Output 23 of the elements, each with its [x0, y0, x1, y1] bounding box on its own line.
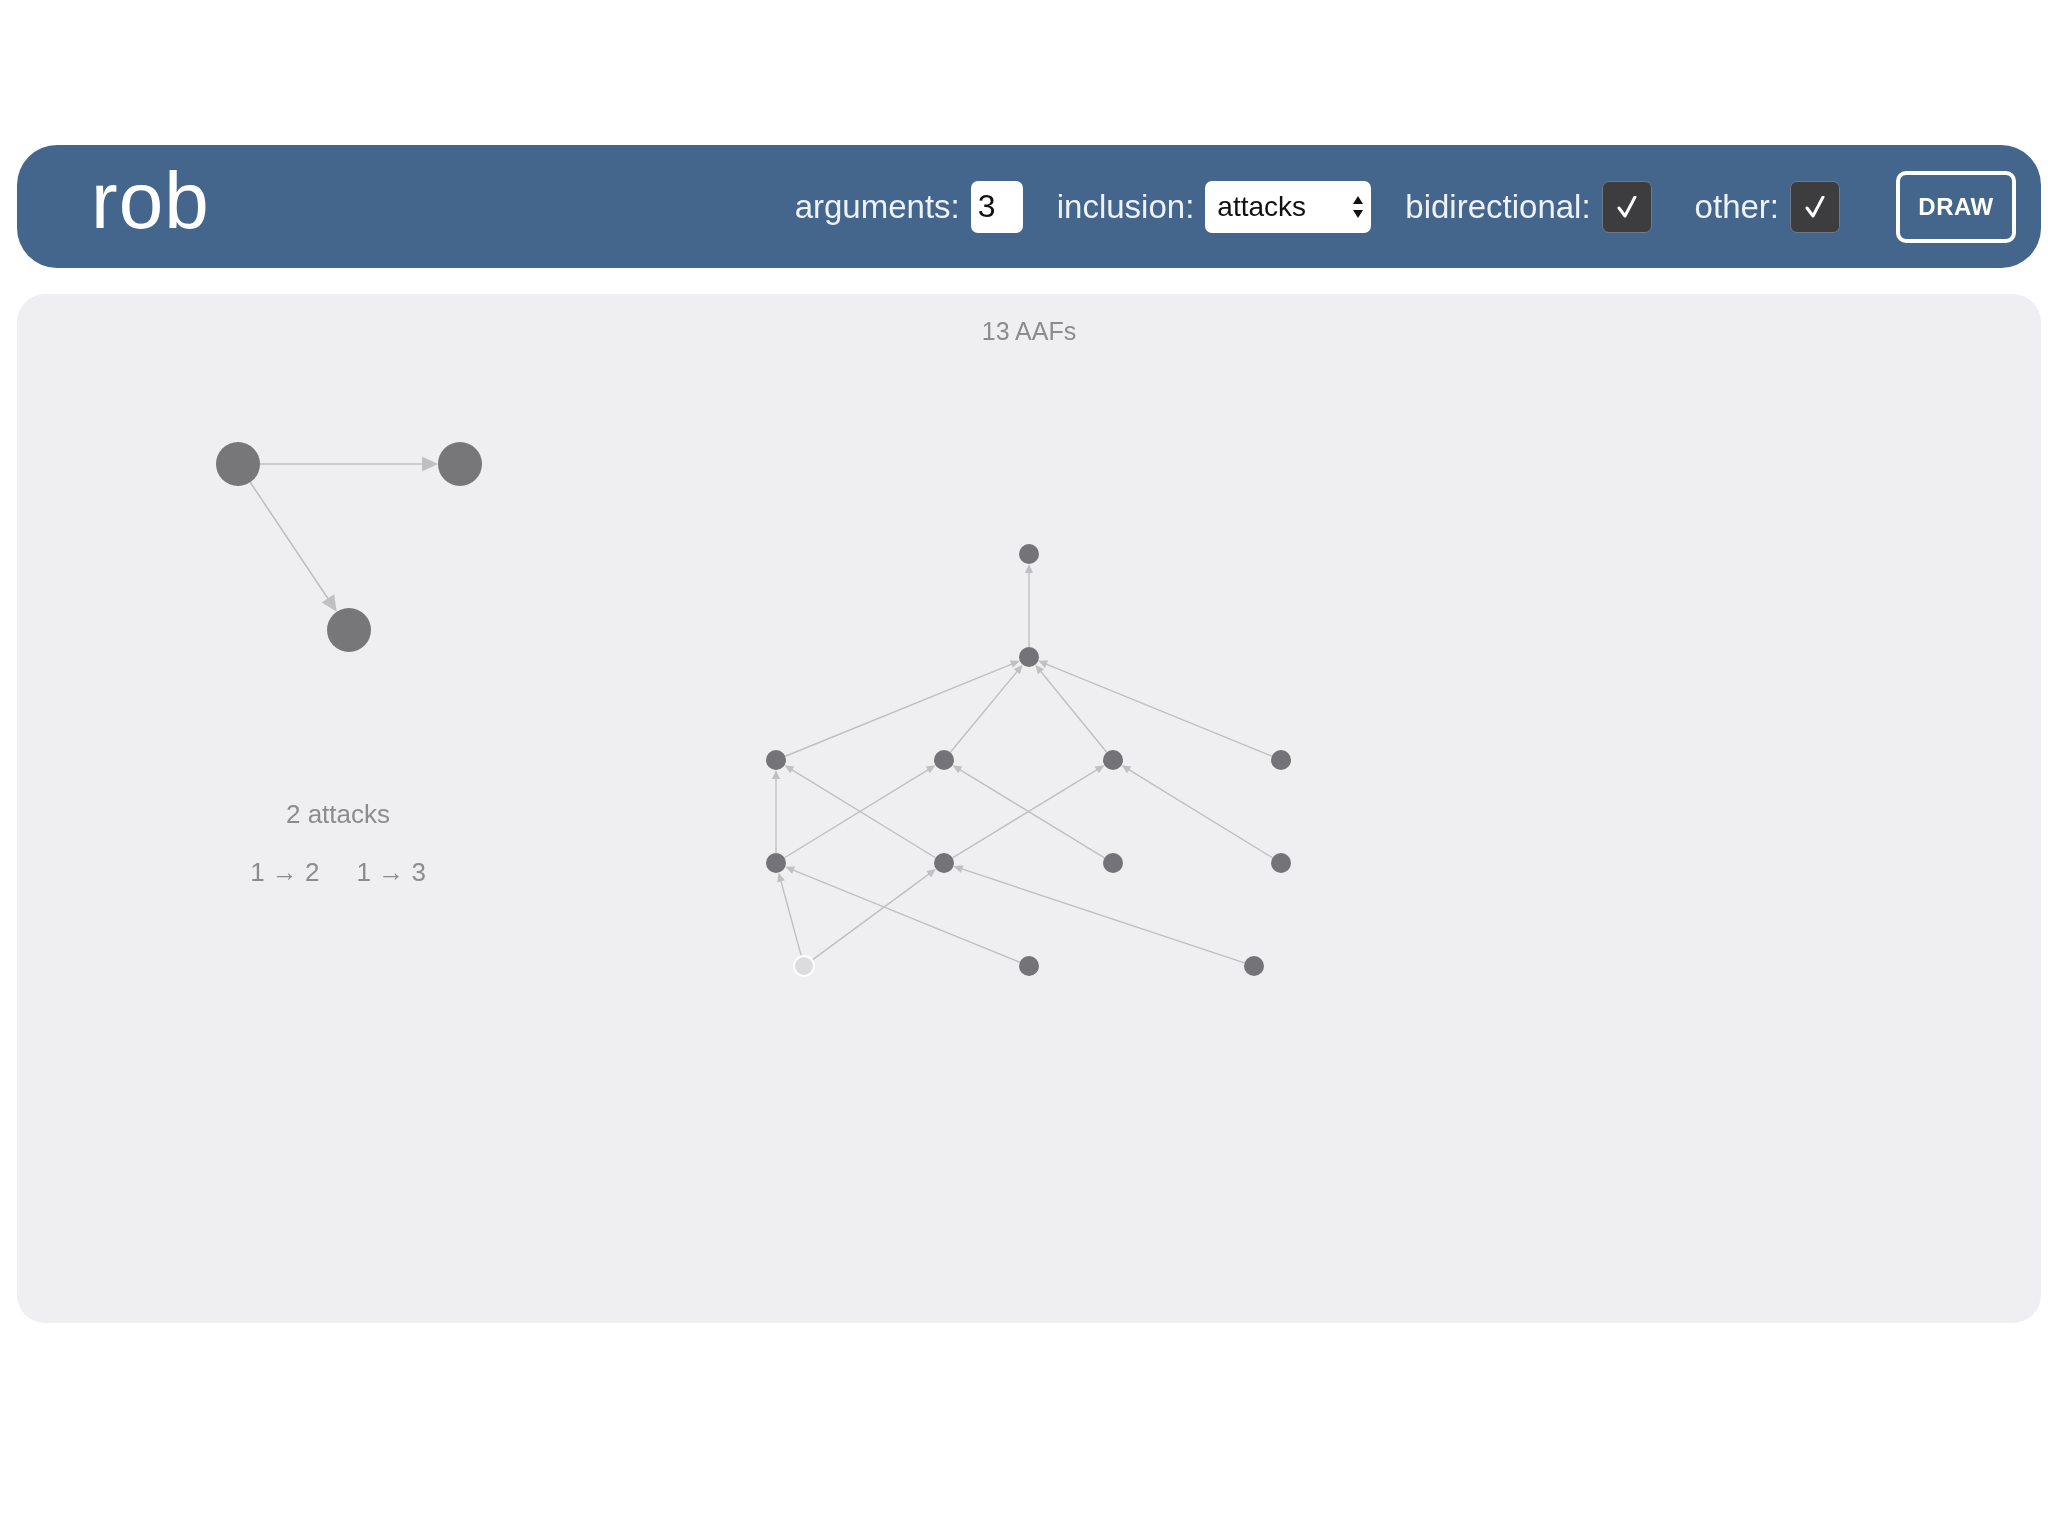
framework-node[interactable]: [1271, 750, 1291, 770]
logo: rob: [91, 160, 210, 241]
arguments-input[interactable]: 3: [970, 180, 1023, 233]
check-icon: [1805, 195, 1825, 218]
inclusion-select[interactable]: attacks: [1205, 180, 1372, 233]
check-icon: [1616, 195, 1637, 218]
framework-node[interactable]: [1019, 544, 1039, 564]
argument-node: [216, 442, 260, 486]
bidirectional-label: bidirectional:: [1405, 187, 1591, 226]
arguments-label: arguments:: [794, 187, 960, 226]
attack-count: 2 attacks: [285, 798, 391, 830]
attack-label: 1 → 3: [356, 856, 426, 888]
framework-node[interactable]: [1271, 853, 1291, 873]
framework-count: 13 AAFs: [981, 316, 1077, 346]
bidirectional-checkbox[interactable]: [1601, 180, 1652, 233]
attack-label: 1 → 2: [250, 856, 320, 888]
argument-node: [438, 442, 482, 486]
inclusion-label: inclusion:: [1056, 187, 1195, 226]
select-arrows-icon: [1353, 195, 1364, 218]
other-checkbox[interactable]: [1790, 180, 1840, 233]
other-label: other:: [1694, 187, 1779, 226]
draw-button[interactable]: DRAW: [1896, 170, 2016, 243]
argument-node: [327, 608, 371, 652]
